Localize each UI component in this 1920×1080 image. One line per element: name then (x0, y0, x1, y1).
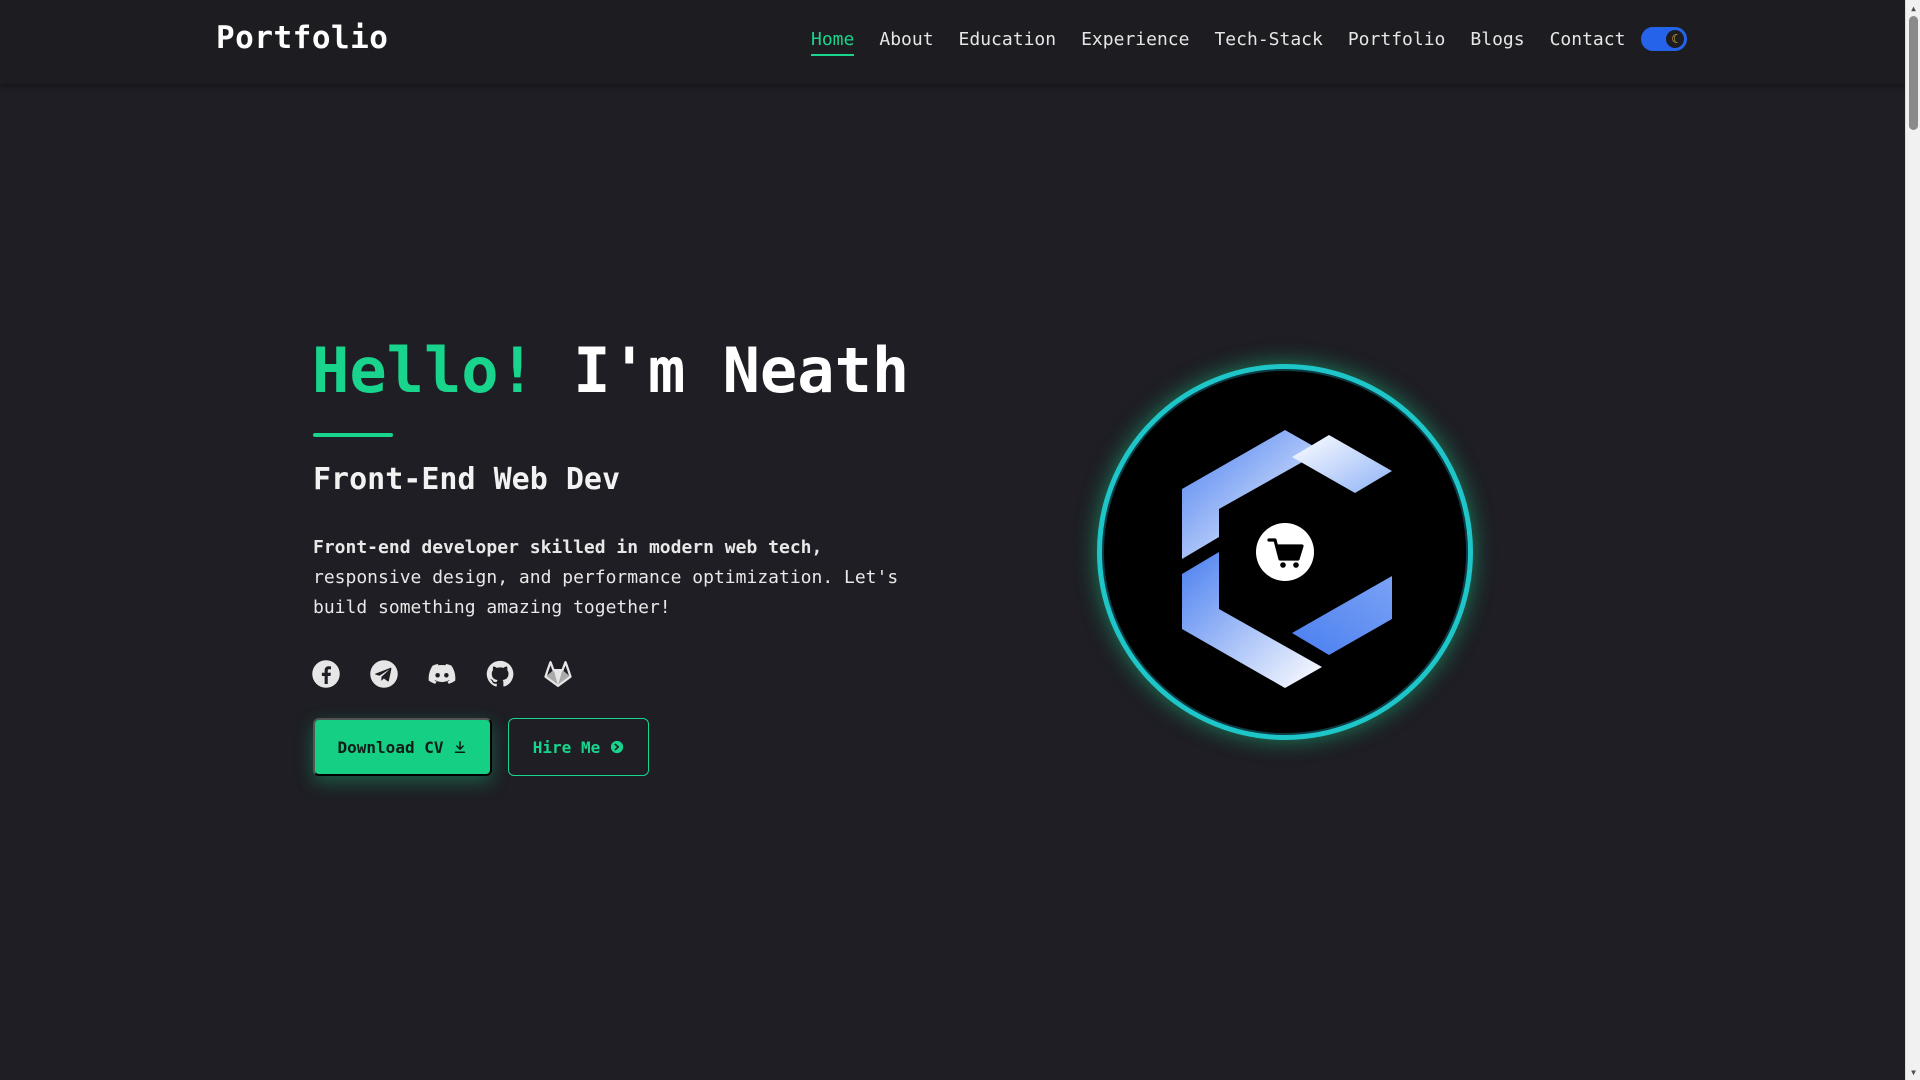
hero-greeting: Hello! (312, 334, 536, 407)
hero-name: I'm Neath (573, 334, 910, 407)
moon-icon: ☾ (1666, 30, 1684, 48)
nav-item-education[interactable]: Education (959, 29, 1057, 54)
hire-me-label: Hire Me (532, 737, 601, 757)
brand-logo[interactable]: Portfolio (216, 20, 388, 56)
profile-logo (1097, 364, 1473, 740)
scrollbar[interactable]: ▲ ▼ (1905, 0, 1920, 1080)
download-cv-label: Download CV (337, 737, 444, 757)
nav-item-contact[interactable]: Contact (1550, 29, 1626, 54)
nav-item-home[interactable]: Home (811, 29, 855, 56)
gitlab-icon[interactable] (542, 658, 574, 690)
discord-icon[interactable] (426, 658, 458, 690)
github-icon[interactable] (484, 658, 516, 690)
scroll-thumb[interactable] (1909, 16, 1918, 130)
hire-me-button[interactable]: Hire Me (508, 718, 649, 776)
nav-item-tech-stack[interactable]: Tech-Stack (1214, 29, 1322, 54)
scroll-down-arrow-icon[interactable]: ▼ (1906, 1065, 1920, 1079)
title-underline (313, 433, 393, 437)
brand-mark-icon (1182, 430, 1392, 688)
social-links (310, 658, 574, 690)
description-rest: responsive design, and performance optim… (313, 567, 899, 618)
facebook-icon[interactable] (310, 658, 342, 690)
hero-description: Front-end developer skilled in modern we… (313, 533, 923, 623)
hero-title: Hello! I'm Neath (312, 334, 909, 407)
arrow-circle-icon (611, 740, 624, 754)
download-icon (455, 740, 466, 754)
nav-item-blogs[interactable]: Blogs (1470, 29, 1524, 54)
nav-item-portfolio[interactable]: Portfolio (1348, 29, 1446, 54)
telegram-icon[interactable] (368, 658, 400, 690)
nav-item-about[interactable]: About (879, 29, 933, 54)
download-cv-button[interactable]: Download CV (313, 718, 492, 776)
hero-subtitle: Front-End Web Dev (313, 462, 621, 497)
page: Portfolio Home About Education Experienc… (0, 0, 1920, 1080)
nav-links: Home About Education Experience Tech-Sta… (811, 29, 1626, 56)
theme-toggle[interactable]: ☾ (1641, 27, 1687, 51)
scroll-up-arrow-icon[interactable]: ▲ (1906, 1, 1920, 15)
description-lead: Front-end developer skilled in modern we… (313, 537, 823, 558)
nav-item-experience[interactable]: Experience (1081, 29, 1189, 54)
navbar: Portfolio Home About Education Experienc… (0, 0, 1905, 84)
